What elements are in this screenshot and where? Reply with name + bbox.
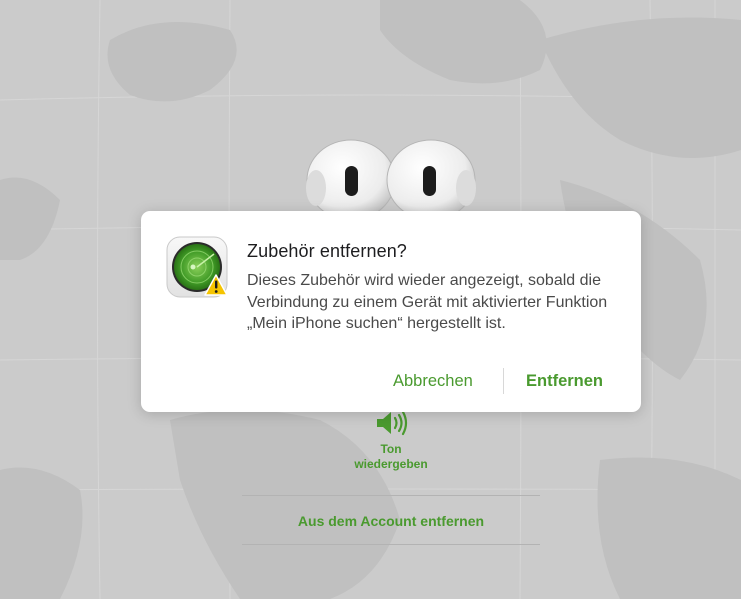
dialog-title: Zubehör entfernen? bbox=[247, 241, 407, 261]
dialog-message: Dieses Zubehör wird wieder angezeigt, so… bbox=[247, 272, 608, 332]
remove-from-account-button[interactable]: Aus dem Account entfernen bbox=[242, 506, 540, 536]
remove-accessory-dialog: Zubehör entfernen? Dieses Zubehör wird w… bbox=[141, 211, 641, 412]
find-my-radar-warning-icon bbox=[166, 236, 228, 298]
play-sound-label-line1: Ton bbox=[380, 442, 402, 456]
speaker-icon bbox=[377, 410, 408, 436]
play-sound-label-line2: wiedergeben bbox=[354, 457, 428, 471]
play-sound-button[interactable]: Ton wiedergeben bbox=[340, 408, 442, 472]
divider bbox=[242, 495, 540, 496]
remove-button[interactable]: Entfernen bbox=[526, 369, 603, 393]
airpods-image bbox=[306, 139, 476, 218]
divider bbox=[242, 544, 540, 545]
button-separator bbox=[503, 368, 504, 394]
cancel-button[interactable]: Abbrechen bbox=[393, 369, 473, 393]
